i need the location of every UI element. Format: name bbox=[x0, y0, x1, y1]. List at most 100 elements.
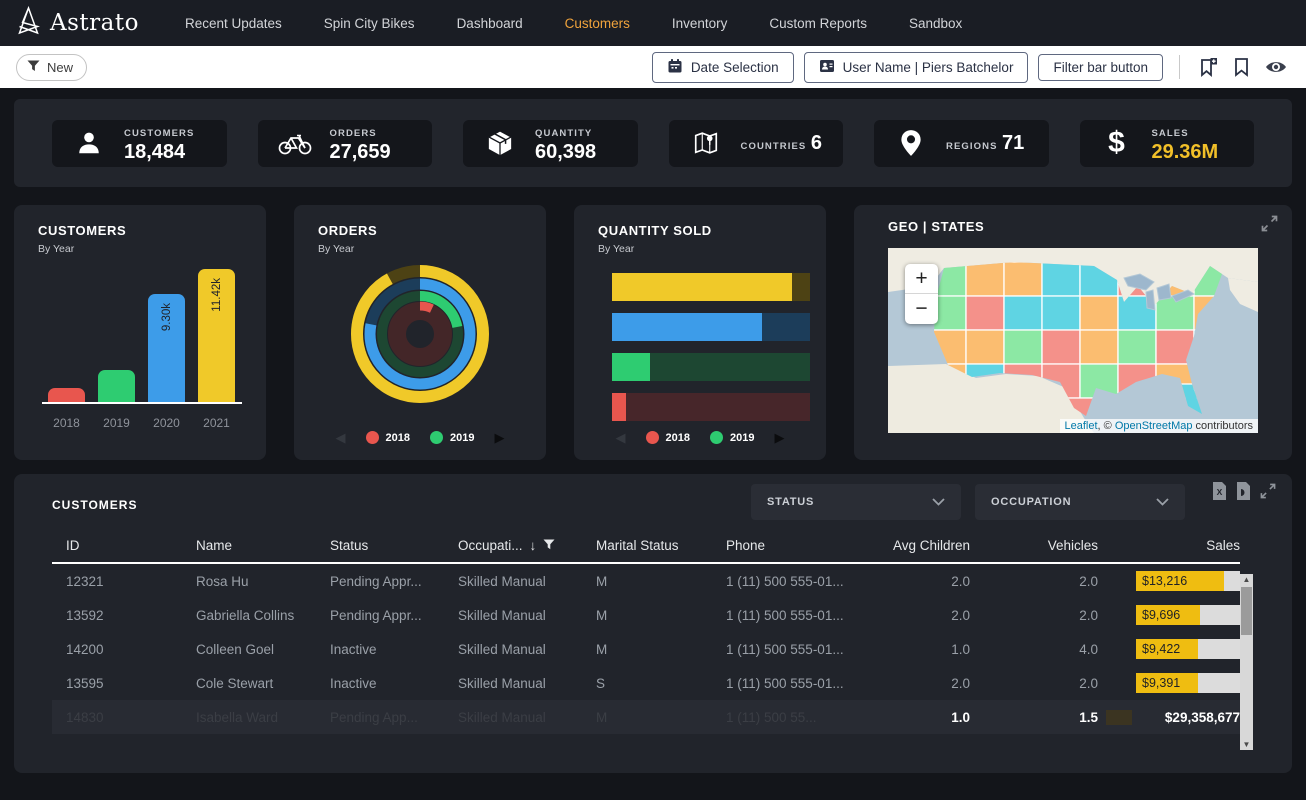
nav-item-recent-updates[interactable]: Recent Updates bbox=[185, 16, 282, 31]
geo-states-panel: GEO | STATES bbox=[854, 205, 1292, 460]
cell-sales: $9,422 bbox=[1098, 639, 1240, 659]
kpi-label: QUANTITY bbox=[535, 128, 592, 139]
legend-item-2018[interactable]: 2018 bbox=[366, 431, 410, 444]
cell-marital: M bbox=[582, 608, 712, 623]
ghost-cell-phone: 1 (11) 500 55... bbox=[712, 710, 870, 725]
leaflet-link[interactable]: Leaflet bbox=[1065, 420, 1098, 432]
us-states-map[interactable]: + − Leaflet, © OpenStreetMap contributor… bbox=[888, 248, 1258, 433]
bar-2020[interactable]: 9.30k bbox=[148, 294, 185, 402]
cell-avg-children: 2.0 bbox=[870, 608, 970, 623]
contact-card-icon bbox=[819, 58, 835, 77]
sort-descending-icon[interactable]: ↓ bbox=[530, 538, 537, 553]
export-excel-icon[interactable]: X bbox=[1212, 482, 1227, 505]
ring-2021 bbox=[357, 271, 483, 397]
bookmark-add-icon[interactable] bbox=[1196, 57, 1221, 77]
customers-table: ID Name Status Occupati... ↓ Marital Sta… bbox=[52, 538, 1240, 734]
kpi-value: 18,484 bbox=[124, 141, 185, 163]
table-row[interactable]: 13592 Gabriella Collins Pending Appr... … bbox=[52, 598, 1240, 632]
hbar-2021[interactable] bbox=[612, 273, 810, 301]
legend-next-icon[interactable]: ▶ bbox=[774, 431, 784, 444]
x-tick: 2018 bbox=[48, 416, 85, 430]
x-tick: 2021 bbox=[198, 416, 235, 430]
legend-item-2019[interactable]: 2019 bbox=[430, 431, 474, 444]
scroll-down-icon[interactable]: ▼ bbox=[1240, 740, 1253, 749]
sales-data-bar: $9,422 bbox=[1136, 639, 1240, 659]
svg-text:X: X bbox=[1217, 487, 1223, 497]
bar-2019[interactable] bbox=[98, 370, 135, 402]
chart-subtitle: By Year bbox=[318, 243, 546, 255]
col-header-status[interactable]: Status bbox=[316, 538, 444, 553]
legend-item-2019[interactable]: 2019 bbox=[710, 431, 754, 444]
col-header-marital-status[interactable]: Marital Status bbox=[582, 538, 712, 553]
legend-next-icon[interactable]: ▶ bbox=[494, 431, 504, 444]
column-filter-icon[interactable] bbox=[543, 538, 555, 553]
brand[interactable]: Astrato bbox=[16, 6, 139, 40]
nav-item-sandbox[interactable]: Sandbox bbox=[909, 16, 962, 31]
cell-avg-children: 2.0 bbox=[870, 676, 970, 691]
cell-phone: 1 (11) 500 555-01... bbox=[712, 574, 870, 589]
col-header-occupation[interactable]: Occupati... ↓ bbox=[444, 538, 582, 553]
dollar-icon: $ bbox=[1100, 128, 1134, 158]
cell-id: 14200 bbox=[52, 642, 182, 657]
map-title: GEO | STATES bbox=[888, 219, 1292, 234]
col-header-label: Occupati... bbox=[458, 538, 523, 553]
chart-subtitle: By Year bbox=[598, 243, 826, 255]
bookmark-icon[interactable] bbox=[1231, 57, 1252, 77]
occupation-filter-select[interactable]: OCCUPATION bbox=[975, 484, 1185, 520]
eye-icon[interactable] bbox=[1262, 59, 1290, 75]
nav-item-custom-reports[interactable]: Custom Reports bbox=[769, 16, 867, 31]
bar-2018[interactable] bbox=[48, 388, 85, 402]
hbar-fill bbox=[612, 353, 650, 381]
zoom-in-button[interactable]: + bbox=[905, 264, 938, 294]
filter-bar-button[interactable]: Filter bar button bbox=[1038, 54, 1163, 81]
table-row[interactable]: 12321 Rosa Hu Pending Appr... Skilled Ma… bbox=[52, 564, 1240, 598]
x-tick: 2019 bbox=[98, 416, 135, 430]
hbar-2020[interactable] bbox=[612, 313, 810, 341]
scrollbar-thumb[interactable] bbox=[1241, 587, 1252, 635]
toolbar-divider bbox=[1179, 55, 1180, 79]
table-row[interactable]: 13595 Cole Stewart Inactive Skilled Manu… bbox=[52, 666, 1240, 700]
ghost-cell-id: 14830 bbox=[52, 710, 182, 725]
chart-legend: ◀ 2018 2019 ▶ bbox=[294, 431, 546, 444]
legend-prev-icon[interactable]: ◀ bbox=[616, 431, 626, 444]
chart-subtitle: By Year bbox=[38, 243, 266, 255]
cell-occupation: Skilled Manual bbox=[444, 608, 582, 623]
user-name-label: User Name | Piers Batchelor bbox=[843, 60, 1014, 75]
table-filters: STATUS OCCUPATION bbox=[751, 484, 1185, 520]
hbar-2018[interactable] bbox=[612, 393, 810, 421]
date-selection-button[interactable]: Date Selection bbox=[652, 52, 794, 83]
expand-table-icon[interactable] bbox=[1260, 483, 1276, 504]
legend-dot bbox=[710, 431, 723, 444]
user-name-button[interactable]: User Name | Piers Batchelor bbox=[804, 52, 1029, 83]
status-filter-select[interactable]: STATUS bbox=[751, 484, 961, 520]
col-header-id[interactable]: ID bbox=[52, 538, 182, 553]
scroll-up-icon[interactable]: ▲ bbox=[1240, 575, 1253, 584]
openstreetmap-link[interactable]: OpenStreetMap bbox=[1115, 420, 1193, 432]
export-data-icon[interactable] bbox=[1236, 482, 1251, 505]
sales-value: $9,422 bbox=[1142, 639, 1180, 659]
bar-2021[interactable]: 11.42k bbox=[198, 269, 235, 402]
chart-legend: ◀ 2018 2019 ▶ bbox=[574, 431, 826, 444]
nav-item-dashboard[interactable]: Dashboard bbox=[457, 16, 523, 31]
expand-icon[interactable] bbox=[1261, 215, 1278, 237]
nav-item-spin-city-bikes[interactable]: Spin City Bikes bbox=[324, 16, 415, 31]
kpi-panel: CUSTOMERS 18,484 ORDERS 27,659 QUANTITY … bbox=[14, 99, 1292, 187]
table-scrollbar[interactable]: ▲ ▼ bbox=[1240, 574, 1253, 750]
col-header-phone[interactable]: Phone bbox=[712, 538, 870, 553]
table-row[interactable]: 14200 Colleen Goel Inactive Skilled Manu… bbox=[52, 632, 1240, 666]
cell-avg-children: 1.0 bbox=[870, 642, 970, 657]
col-header-vehicles[interactable]: Vehicles bbox=[970, 538, 1098, 553]
col-header-avg-children[interactable]: Avg Children bbox=[870, 538, 970, 553]
nav-item-inventory[interactable]: Inventory bbox=[672, 16, 728, 31]
hbar-2019[interactable] bbox=[612, 353, 810, 381]
col-header-sales[interactable]: Sales bbox=[1098, 538, 1240, 553]
orders-chart-panel: ORDERS By Year ◀ bbox=[294, 205, 546, 460]
legend-prev-icon[interactable]: ◀ bbox=[336, 431, 346, 444]
legend-item-2018[interactable]: 2018 bbox=[646, 431, 690, 444]
nav-item-customers[interactable]: Customers bbox=[565, 16, 630, 31]
location-pin-icon bbox=[894, 129, 928, 157]
bar-chart: 9.30k 11.42k bbox=[42, 268, 242, 404]
zoom-out-button[interactable]: − bbox=[905, 294, 938, 324]
new-filter-button[interactable]: New bbox=[16, 54, 87, 81]
col-header-name[interactable]: Name bbox=[182, 538, 316, 553]
